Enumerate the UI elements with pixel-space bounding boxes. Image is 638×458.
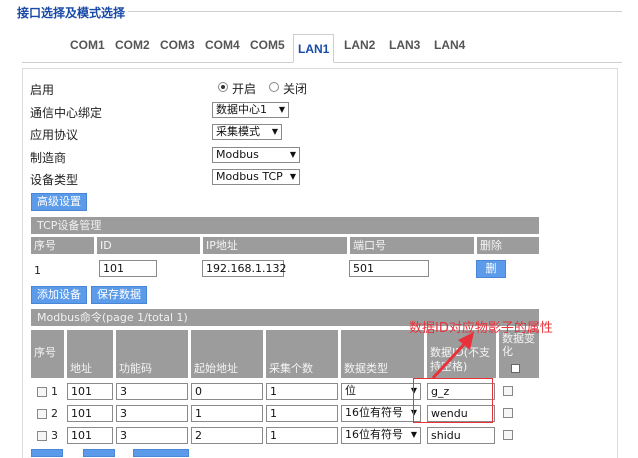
enable-label: 启用 (30, 83, 55, 97)
center-select-value: 数据中心1 (216, 103, 267, 116)
row2-dtype-select[interactable]: 16位有符号 ▼ (341, 405, 421, 422)
dropdown-arrow-icon: ▼ (278, 105, 285, 114)
enable-on-radio[interactable] (218, 82, 228, 92)
tcp-header-port: 端口号 (350, 237, 474, 254)
tcp-id-input[interactable]: 101 (99, 260, 157, 277)
tcp-ip-input[interactable]: 192.168.1.132 (202, 260, 286, 277)
tcp-header-ip: IP地址 (203, 237, 347, 254)
row2-addr-input[interactable]: 101 (67, 405, 113, 422)
protocol-select-value: 采集模式 (216, 125, 260, 138)
select-all-change-checkbox[interactable] (511, 364, 520, 373)
dropdown-arrow-icon: ▼ (289, 150, 296, 159)
row3-addr-input[interactable]: 101 (67, 427, 113, 444)
row3-func-input[interactable]: 3 (116, 427, 188, 444)
row2-dtype-value: 16位有符号 (345, 406, 403, 419)
annotation-arrow-icon (431, 332, 474, 380)
row1-dtype-select[interactable]: 位 ▼ (341, 383, 421, 400)
device-label: 设备类型 (30, 173, 79, 187)
dropdown-arrow-icon: ▼ (410, 430, 417, 439)
device-select-value: Modbus TCP (216, 170, 283, 183)
annotation-highlight-box (413, 378, 493, 423)
row3-start-input[interactable]: 2 (191, 427, 263, 444)
protocol-label: 应用协议 (30, 128, 79, 142)
add-device-button[interactable]: 添加设备 (31, 286, 87, 304)
enable-off-radio[interactable] (269, 82, 279, 92)
row1-addr-input[interactable]: 101 (67, 383, 113, 400)
center-select[interactable]: 数据中心1 ▼ (212, 102, 289, 118)
row2-start-input[interactable]: 1 (191, 405, 263, 422)
row1-count-input[interactable]: 1 (266, 383, 338, 400)
device-select[interactable]: Modbus TCP ▼ (212, 169, 300, 185)
tcp-port-input[interactable]: 501 (349, 260, 429, 277)
enable-off-label: 关闭 (283, 82, 308, 96)
bottom-button-3[interactable] (133, 449, 189, 457)
tcp-row-index: 1 (34, 264, 41, 277)
row1-dtype-value: 位 (345, 384, 356, 397)
row1-change-checkbox[interactable] (503, 386, 513, 396)
row3-checkbox[interactable] (37, 431, 47, 441)
tab-com5[interactable]: COM5 (250, 38, 285, 52)
annotation-text: 数据ID对应物影子的属性 (409, 321, 553, 336)
row2-count-input[interactable]: 1 (266, 405, 338, 422)
tcp-section-title: TCP设备管理 (31, 217, 539, 234)
row3-dtype-value: 16位有符号 (345, 428, 403, 441)
row2-func-input[interactable]: 3 (116, 405, 188, 422)
row3-dataid-input[interactable]: shidu (427, 427, 495, 444)
row3-change-checkbox[interactable] (503, 430, 513, 440)
advanced-settings-button[interactable]: 高级设置 (31, 193, 87, 211)
dropdown-arrow-icon: ▼ (271, 127, 278, 136)
tab-lan1[interactable]: LAN1 (293, 34, 335, 63)
modbus-header-dtype: 数据类型 (341, 330, 424, 378)
tab-com3[interactable]: COM3 (160, 38, 195, 52)
section-legend: 接口选择及模式选择 (14, 4, 129, 21)
modbus-header-index: 序号 (31, 330, 64, 378)
row1-checkbox[interactable] (37, 387, 47, 397)
vendor-select-value: Modbus (216, 148, 259, 161)
row2-index: 2 (51, 407, 58, 420)
bottom-button-2[interactable] (83, 449, 115, 457)
modbus-header-addr: 地址 (67, 330, 113, 378)
vendor-select[interactable]: Modbus ▼ (212, 147, 300, 163)
row3-index: 3 (51, 429, 58, 442)
row1-start-input[interactable]: 0 (191, 383, 263, 400)
save-data-button[interactable]: 保存数据 (91, 286, 147, 304)
enable-on-label: 开启 (232, 82, 257, 96)
tcp-header-delete: 删除 (477, 237, 539, 254)
row3-dtype-select[interactable]: 16位有符号 ▼ (341, 427, 421, 444)
center-label: 通信中心绑定 (30, 106, 103, 120)
bottom-button-1[interactable] (31, 449, 63, 457)
row2-checkbox[interactable] (37, 409, 47, 419)
tab-lan4[interactable]: LAN4 (434, 38, 465, 52)
tcp-header-index: 序号 (31, 237, 94, 254)
tcp-header-id: ID (97, 237, 200, 254)
modbus-header-change: 数据变化 (499, 330, 539, 378)
dropdown-arrow-icon: ▼ (289, 172, 296, 181)
row1-index: 1 (51, 385, 58, 398)
tcp-delete-button[interactable]: 删除 (476, 260, 506, 291)
vendor-label: 制造商 (30, 151, 67, 165)
tab-com4[interactable]: COM4 (205, 38, 240, 52)
tab-com1[interactable]: COM1 (70, 38, 105, 52)
row3-count-input[interactable]: 1 (266, 427, 338, 444)
row2-change-checkbox[interactable] (503, 408, 513, 418)
modbus-header-count: 采集个数 (266, 330, 338, 378)
tab-com2[interactable]: COM2 (115, 38, 150, 52)
modbus-header-start: 起始地址 (191, 330, 263, 378)
tab-lan2[interactable]: LAN2 (344, 38, 375, 52)
row1-func-input[interactable]: 3 (116, 383, 188, 400)
protocol-select[interactable]: 采集模式 ▼ (212, 124, 282, 140)
tab-lan3[interactable]: LAN3 (389, 38, 420, 52)
modbus-header-func: 功能码 (116, 330, 188, 378)
